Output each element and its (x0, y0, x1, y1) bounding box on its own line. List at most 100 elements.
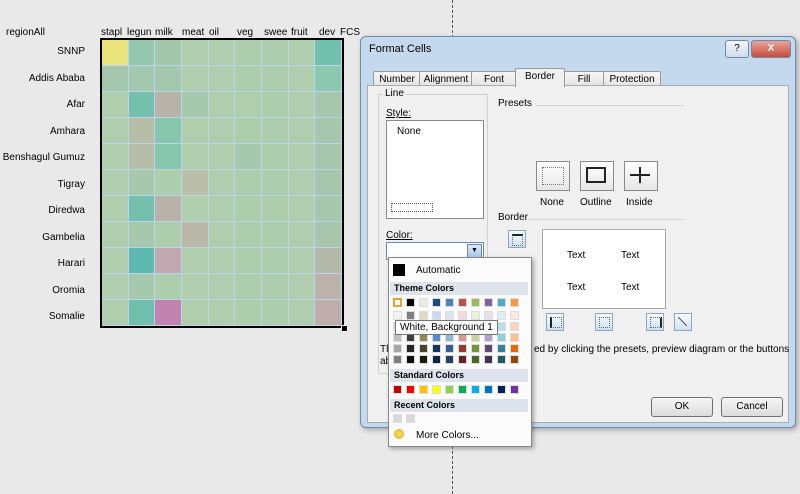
heatmap-cell[interactable] (235, 40, 262, 66)
heatmap-cell[interactable] (288, 196, 316, 222)
heatmap-cell[interactable] (315, 66, 342, 92)
heatmap-cell[interactable] (235, 274, 262, 300)
theme-color-swatch[interactable] (406, 298, 415, 307)
theme-shade-swatch[interactable] (406, 344, 415, 353)
standard-color-swatch[interactable] (497, 385, 506, 394)
more-colors-option[interactable]: More Colors... (416, 430, 479, 441)
theme-shade-swatch[interactable] (497, 355, 506, 364)
heatmap-cell[interactable] (102, 92, 129, 118)
heatmap-cell[interactable] (315, 144, 342, 170)
theme-color-swatch[interactable] (393, 298, 402, 307)
heatmap-cell[interactable] (235, 92, 262, 118)
standard-color-swatch[interactable] (432, 385, 441, 394)
heatmap-cell[interactable] (181, 222, 209, 248)
heatmap-cell[interactable] (288, 170, 316, 196)
theme-shade-swatch[interactable] (471, 311, 480, 320)
standard-color-swatch[interactable] (510, 385, 519, 394)
standard-color-swatch[interactable] (406, 385, 415, 394)
border-center-button[interactable] (595, 313, 613, 331)
heatmap-grid[interactable] (100, 38, 344, 328)
heatmap-cell[interactable] (235, 170, 262, 196)
theme-shade-swatch[interactable] (432, 344, 441, 353)
heatmap-cell[interactable] (208, 222, 236, 248)
heatmap-cell[interactable] (102, 66, 129, 92)
standard-color-swatch[interactable] (458, 385, 467, 394)
heatmap-cell[interactable] (261, 40, 289, 66)
heatmap-cell[interactable] (288, 274, 316, 300)
theme-shade-swatch[interactable] (419, 355, 428, 364)
heatmap-cell[interactable] (288, 66, 316, 92)
theme-shade-swatch[interactable] (510, 355, 519, 364)
preset-none-button[interactable] (536, 161, 570, 191)
preset-inside-button[interactable] (624, 161, 658, 191)
heatmap-cell[interactable] (315, 118, 342, 144)
theme-shade-swatch[interactable] (497, 311, 506, 320)
heatmap-cell[interactable] (128, 300, 156, 326)
heatmap-cell[interactable] (155, 170, 182, 196)
heatmap-cell[interactable] (315, 196, 342, 222)
heatmap-cell[interactable] (155, 40, 182, 66)
theme-shade-swatch[interactable] (393, 311, 402, 320)
heatmap-cell[interactable] (315, 40, 342, 66)
theme-shade-swatch[interactable] (484, 311, 493, 320)
help-button[interactable]: ? (725, 40, 749, 58)
theme-color-swatch[interactable] (419, 298, 428, 307)
theme-shade-swatch[interactable] (484, 344, 493, 353)
heatmap-cell[interactable] (155, 118, 182, 144)
heatmap-cell[interactable] (102, 196, 129, 222)
theme-color-swatch[interactable] (445, 298, 454, 307)
standard-color-swatch[interactable] (484, 385, 493, 394)
heatmap-cell[interactable] (261, 170, 289, 196)
border-right-button[interactable] (646, 313, 664, 331)
heatmap-cell[interactable] (315, 300, 342, 326)
heatmap-cell[interactable] (208, 40, 236, 66)
theme-shade-swatch[interactable] (497, 344, 506, 353)
theme-shade-swatch[interactable] (445, 311, 454, 320)
heatmap-cell[interactable] (155, 274, 182, 300)
theme-shade-swatch[interactable] (406, 311, 415, 320)
cancel-button[interactable]: Cancel (721, 397, 783, 417)
theme-shade-swatch[interactable] (432, 355, 441, 364)
theme-shade-swatch[interactable] (497, 333, 506, 342)
heatmap-cell[interactable] (102, 248, 129, 274)
heatmap-cell[interactable] (181, 300, 209, 326)
theme-shade-swatch[interactable] (393, 344, 402, 353)
theme-shade-swatch[interactable] (445, 355, 454, 364)
style-none-option[interactable]: None (397, 126, 421, 137)
theme-shade-swatch[interactable] (445, 344, 454, 353)
heatmap-cell[interactable] (288, 118, 316, 144)
heatmap-cell[interactable] (102, 222, 129, 248)
heatmap-cell[interactable] (288, 144, 316, 170)
heatmap-cell[interactable] (181, 196, 209, 222)
heatmap-cell[interactable] (261, 196, 289, 222)
theme-shade-swatch[interactable] (510, 311, 519, 320)
heatmap-cell[interactable] (261, 274, 289, 300)
heatmap-cell[interactable] (102, 40, 129, 66)
heatmap-cell[interactable] (102, 300, 129, 326)
heatmap-cell[interactable] (128, 92, 156, 118)
heatmap-cell[interactable] (155, 300, 182, 326)
standard-color-swatch[interactable] (419, 385, 428, 394)
automatic-swatch[interactable] (393, 264, 405, 276)
heatmap-cell[interactable] (128, 40, 156, 66)
theme-color-swatch[interactable] (484, 298, 493, 307)
border-diagonal-button[interactable] (674, 313, 692, 331)
heatmap-cell[interactable] (288, 92, 316, 118)
border-preview[interactable]: Text Text Text Text (542, 229, 666, 309)
heatmap-cell[interactable] (181, 40, 209, 66)
heatmap-cell[interactable] (315, 170, 342, 196)
heatmap-cell[interactable] (155, 248, 182, 274)
heatmap-cell[interactable] (128, 222, 156, 248)
theme-color-swatch[interactable] (497, 298, 506, 307)
heatmap-cell[interactable] (235, 118, 262, 144)
theme-color-swatch[interactable] (432, 298, 441, 307)
theme-shade-swatch[interactable] (458, 344, 467, 353)
theme-shade-swatch[interactable] (393, 355, 402, 364)
heatmap-cell[interactable] (155, 92, 182, 118)
heatmap-cell[interactable] (208, 144, 236, 170)
heatmap-cell[interactable] (261, 66, 289, 92)
style-list[interactable]: None (386, 120, 484, 219)
heatmap-cell[interactable] (235, 144, 262, 170)
heatmap-cell[interactable] (208, 66, 236, 92)
heatmap-cell[interactable] (155, 66, 182, 92)
